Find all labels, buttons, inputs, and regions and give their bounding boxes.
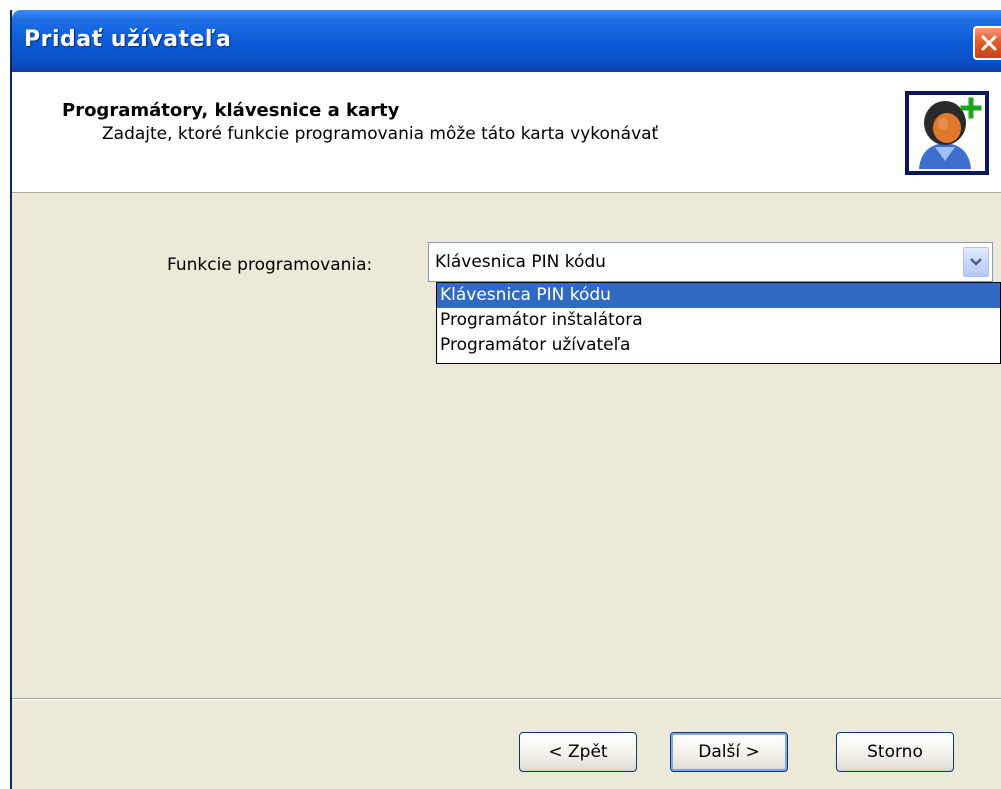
option-pin-keypad[interactable]: Klávesnica PIN kódu (437, 283, 1000, 308)
select-current-value: Klávesnica PIN kódu (435, 252, 606, 272)
option-installer-programmer[interactable]: Programátor inštalátora (437, 308, 1000, 333)
dropdown-button[interactable] (963, 247, 989, 277)
programming-function-label: Funkcie programovania: (167, 255, 373, 275)
close-button[interactable] (973, 26, 1001, 60)
programming-function-select[interactable]: Klávesnica PIN kódu (428, 242, 993, 282)
page-subtitle: Zadajte, ktoré funkcie programovania môž… (102, 124, 659, 144)
add-user-icon (905, 91, 989, 175)
wizard-header: Programátory, klávesnice a karty Zadajte… (12, 72, 1001, 193)
next-button[interactable]: Další > (670, 732, 788, 772)
footer-divider (12, 698, 1001, 700)
page-title: Programátory, klávesnice a karty (62, 100, 400, 121)
title-bar[interactable]: Pridať užívateľa (12, 10, 1001, 72)
add-user-dialog: Pridať užívateľa Programátory, klávesnic… (10, 10, 1001, 789)
cancel-button[interactable]: Storno (836, 732, 954, 772)
option-user-programmer[interactable]: Programátor užívateľa (437, 333, 1000, 358)
window-title: Pridať užívateľa (24, 27, 232, 52)
back-button[interactable]: < Zpět (519, 732, 637, 772)
programming-function-options: Klávesnica PIN kódu Programátor inštalát… (436, 282, 1001, 364)
